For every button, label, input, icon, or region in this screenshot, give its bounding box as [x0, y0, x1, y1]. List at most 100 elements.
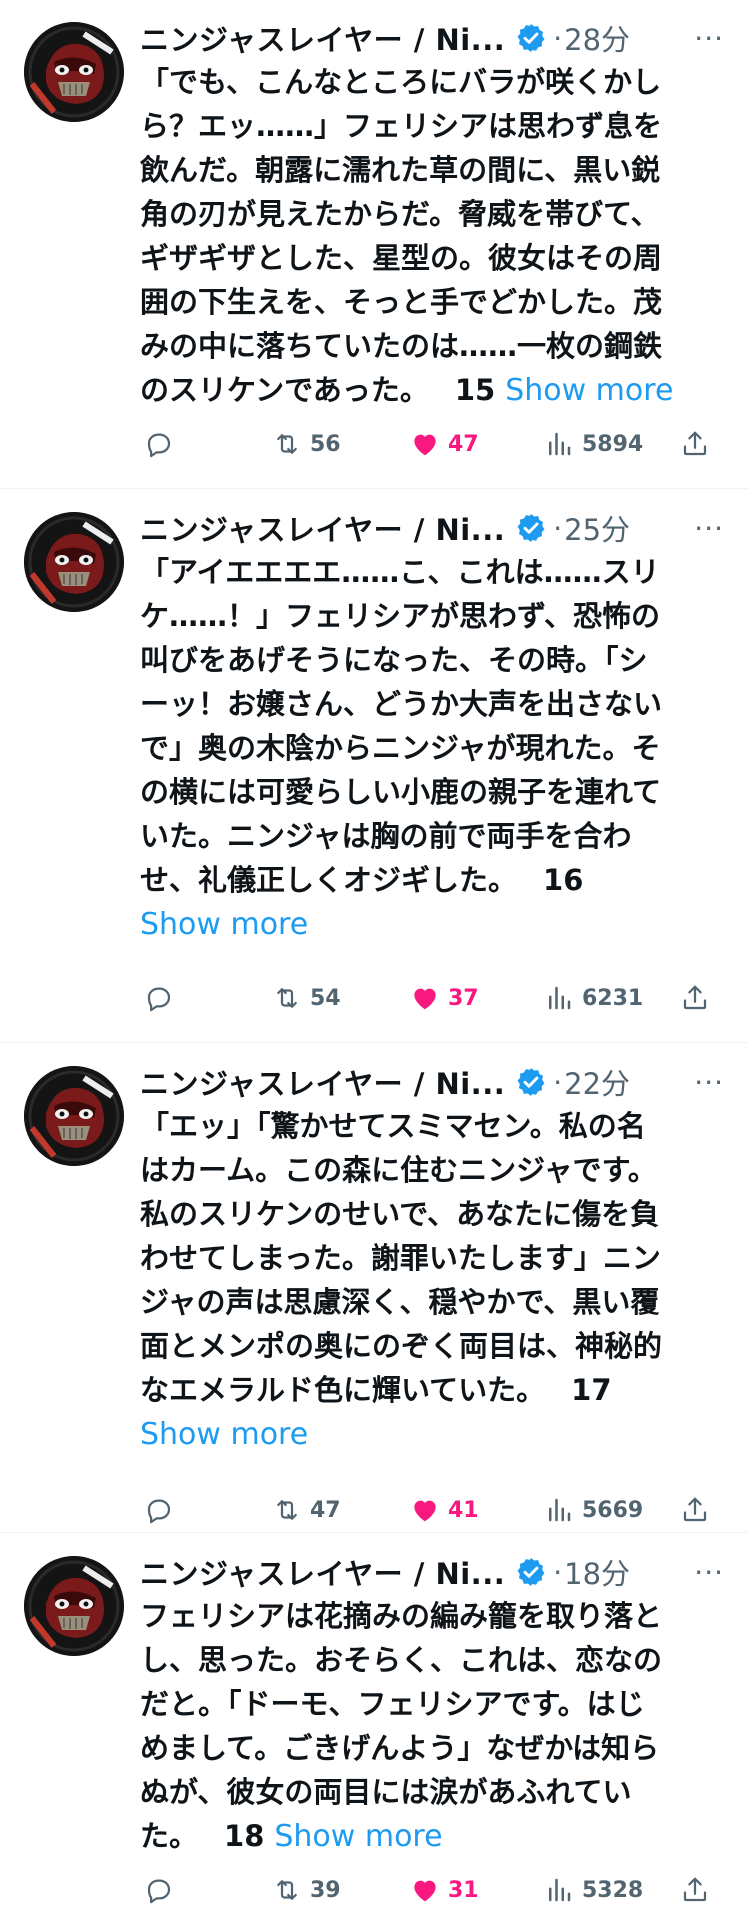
share-button[interactable]: [680, 429, 718, 459]
views-button[interactable]: 6231: [544, 983, 643, 1013]
analytics-icon: [549, 986, 571, 1010]
text-line: 私のスリケンのせいで、あなたに傷を負: [140, 1197, 660, 1231]
like-button[interactable]: 31: [410, 1875, 479, 1905]
author-name[interactable]: ニンジャスレイヤー / Ni...: [140, 507, 505, 549]
retweet-button[interactable]: 56: [272, 429, 341, 459]
share-icon: [683, 985, 707, 1010]
reply-button[interactable]: [144, 1875, 182, 1905]
show-more-link[interactable]: Show more: [274, 1819, 442, 1854]
author-name[interactable]: ニンジャスレイヤー / Ni...: [140, 1061, 505, 1103]
avatar[interactable]: [24, 1556, 124, 1656]
retweet-button[interactable]: 39: [272, 1875, 341, 1905]
share-icon: [683, 431, 707, 456]
analytics-icon: [549, 432, 571, 456]
share-button[interactable]: [680, 1875, 718, 1905]
more-options-button[interactable]: ···: [694, 1066, 724, 1099]
retweet-count: 54: [310, 985, 341, 1011]
tweet[interactable]: ニンジャスレイヤー / Ni... · 25分 ··· 「アイエエエエ……こ、こ…: [0, 490, 748, 1043]
thread-number: 17: [571, 1373, 612, 1407]
timestamp[interactable]: 22分: [564, 1061, 630, 1103]
author-name[interactable]: ニンジャスレイヤー / Ni...: [140, 1551, 505, 1593]
reply-button[interactable]: [144, 429, 182, 459]
retweet-button[interactable]: 47: [272, 1495, 341, 1525]
retweet-button[interactable]: 54: [272, 983, 341, 1013]
separator-dot: ·: [553, 1555, 563, 1589]
tweet-text: 「アイエエエエ……こ、これは……スリ ケ……！」フェリシアが思わず、恐怖の 叫び…: [140, 550, 726, 947]
tweet-actions: 54 37 6231: [140, 978, 720, 1018]
reply-icon: [147, 433, 171, 458]
text-line: はカーム。この森に住むニンジャです。: [140, 1153, 657, 1187]
text-line: 面とメンポの奥にのぞく両目は、神秘的: [140, 1329, 663, 1363]
text-line: 「アイエエエエ……こ、これは……スリ: [140, 555, 660, 589]
views-button[interactable]: 5894: [544, 429, 643, 459]
share-button[interactable]: [680, 1495, 718, 1525]
separator-dot: ·: [553, 21, 563, 55]
timestamp[interactable]: 28分: [564, 17, 630, 59]
views-button[interactable]: 5669: [544, 1495, 643, 1525]
tweet-actions: 56 47 5894: [140, 424, 720, 464]
views-button[interactable]: 5328: [544, 1875, 643, 1905]
text-line: ギザギザとした、星型の。彼女はその周: [140, 241, 663, 275]
analytics-icon: [549, 1498, 571, 1522]
more-options-button[interactable]: ···: [694, 1556, 724, 1589]
author-name[interactable]: ニンジャスレイヤー / Ni...: [140, 17, 505, 59]
more-options-button[interactable]: ···: [694, 512, 724, 545]
retweet-icon: [277, 434, 297, 454]
reply-icon: [147, 987, 171, 1012]
retweet-icon: [277, 1880, 297, 1900]
avatar[interactable]: [24, 512, 124, 612]
view-count: 5894: [582, 431, 644, 457]
separator-dot: ·: [553, 511, 563, 545]
retweet-count: 39: [310, 1877, 341, 1903]
tweet[interactable]: ニンジャスレイヤー / Ni... · 22分 ··· 「エッ」「驚かせてスミマ…: [0, 1044, 748, 1533]
text-line: 「エッ」「驚かせてスミマセン。私の名: [140, 1109, 646, 1143]
heart-filled-icon: [414, 1500, 436, 1522]
text-line: 囲の下生えを、そっと手でどかした。茂: [140, 285, 663, 319]
view-count: 5328: [582, 1877, 644, 1903]
tweet-actions: 47 41 5669: [140, 1490, 720, 1530]
thread-number: 18: [224, 1819, 265, 1853]
text-line: 叫びをあげそうになった、その時。「シ: [140, 643, 648, 677]
like-button[interactable]: 47: [410, 429, 479, 459]
show-more-link[interactable]: Show more: [505, 373, 673, 408]
timestamp[interactable]: 25分: [564, 507, 630, 549]
more-options-button[interactable]: ···: [694, 22, 724, 55]
like-button[interactable]: 37: [410, 983, 479, 1013]
text-line: 角の刃が見えたからだ。脅威を帯びて、: [140, 197, 660, 231]
heart-filled-icon: [414, 434, 436, 456]
text-line: た。: [140, 1819, 199, 1853]
thread-number: 16: [543, 863, 584, 897]
verified-badge-icon: [517, 1068, 545, 1096]
verified-badge-icon: [517, 514, 545, 542]
text-line: ジャの声は思慮深く、穏やかで、黒い覆: [140, 1285, 660, 1319]
separator-dot: ·: [553, 1065, 563, 1099]
text-line: 飲んだ。朝露に濡れた草の間に、黒い鋭: [140, 153, 661, 187]
like-button[interactable]: 41: [410, 1495, 479, 1525]
text-line: ーッ！お嬢さん、どうか大声を出さない: [140, 687, 663, 721]
heart-filled-icon: [414, 988, 436, 1010]
show-more-link[interactable]: Show more: [140, 1417, 308, 1452]
avatar[interactable]: [24, 1066, 124, 1166]
analytics-icon: [549, 1878, 571, 1902]
reply-button[interactable]: [144, 983, 182, 1013]
share-button[interactable]: [680, 983, 718, 1013]
show-more-link[interactable]: Show more: [140, 907, 308, 942]
view-count: 5669: [582, 1497, 644, 1523]
text-line: ら？エッ……」フェリシアは思わず息を: [140, 109, 663, 143]
tweet[interactable]: ニンジャスレイヤー / Ni... · 28分 ··· 「でも、こんなところにバ…: [0, 0, 748, 489]
tweet[interactable]: ニンジャスレイヤー / Ni... · 18分 ··· フェリシアは花摘みの編み…: [0, 1534, 748, 1926]
ninja-avatar-icon: [24, 22, 124, 122]
text-line: なエメラルド色に輝いていた。: [140, 1373, 546, 1407]
retweet-icon: [277, 988, 297, 1008]
text-line: 「でも、こんなところにバラが咲くかし: [140, 65, 662, 99]
text-line: ケ……！」フェリシアが思わず、恐怖の: [140, 599, 660, 633]
timestamp[interactable]: 18分: [564, 1551, 630, 1593]
text-line: みの中に落ちていたのは……一枚の鋼鉄: [140, 329, 663, 363]
text-line: ぬが、彼女の両目には涙があふれてい: [140, 1775, 632, 1809]
ninja-avatar-icon: [24, 1066, 124, 1166]
view-count: 6231: [582, 985, 644, 1011]
heart-filled-icon: [414, 1880, 436, 1902]
reply-button[interactable]: [144, 1495, 182, 1525]
like-count: 47: [448, 431, 479, 457]
avatar[interactable]: [24, 22, 124, 122]
